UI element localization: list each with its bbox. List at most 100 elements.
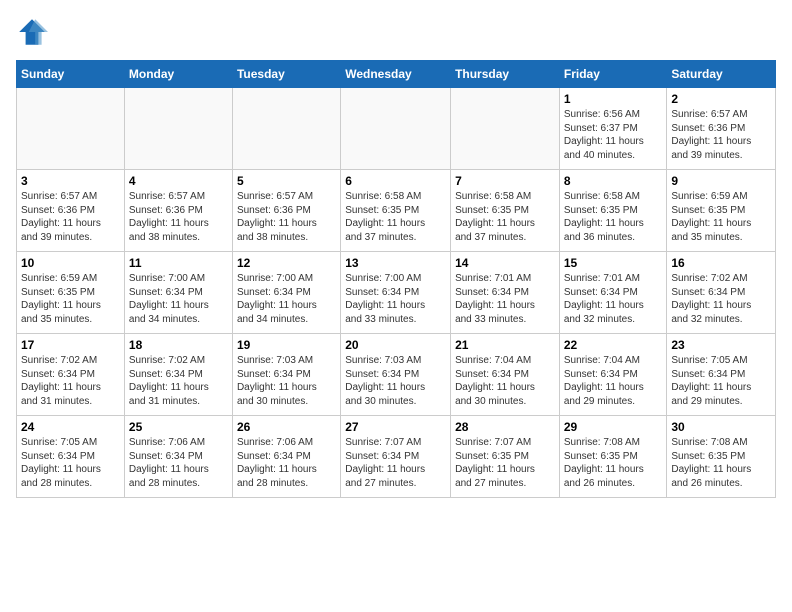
- day-number: 4: [129, 174, 228, 188]
- calendar-week-row: 1 Sunrise: 6:56 AM Sunset: 6:37 PM Daylig…: [17, 88, 776, 170]
- calendar-header-row: SundayMondayTuesdayWednesdayThursdayFrid…: [17, 61, 776, 88]
- day-detail: Sunrise: 6:57 AM Sunset: 6:36 PM Dayligh…: [129, 190, 228, 244]
- day-detail: Sunrise: 6:57 AM Sunset: 6:36 PM Dayligh…: [237, 190, 336, 244]
- col-header-wednesday: Wednesday: [341, 61, 451, 88]
- day-detail: Sunrise: 7:06 AM Sunset: 6:34 PM Dayligh…: [237, 436, 336, 490]
- day-detail: Sunrise: 7:03 AM Sunset: 6:34 PM Dayligh…: [237, 354, 336, 408]
- col-header-tuesday: Tuesday: [232, 61, 340, 88]
- calendar-cell: 15 Sunrise: 7:01 AM Sunset: 6:34 PM Dayli…: [559, 252, 667, 334]
- calendar-cell: [17, 88, 125, 170]
- day-detail: Sunrise: 6:56 AM Sunset: 6:37 PM Dayligh…: [564, 108, 663, 162]
- day-number: 29: [564, 420, 663, 434]
- col-header-monday: Monday: [124, 61, 232, 88]
- calendar-week-row: 10 Sunrise: 6:59 AM Sunset: 6:35 PM Dayli…: [17, 252, 776, 334]
- day-detail: Sunrise: 7:01 AM Sunset: 6:34 PM Dayligh…: [455, 272, 555, 326]
- day-detail: Sunrise: 6:57 AM Sunset: 6:36 PM Dayligh…: [21, 190, 120, 244]
- calendar-cell: 26 Sunrise: 7:06 AM Sunset: 6:34 PM Dayli…: [232, 416, 340, 498]
- col-header-sunday: Sunday: [17, 61, 125, 88]
- calendar-cell: 13Sunrise: 7:00 AM Sunset: 6:34 PM Dayli…: [341, 252, 451, 334]
- day-detail: Sunrise: 7:02 AM Sunset: 6:34 PM Dayligh…: [671, 272, 771, 326]
- calendar-cell: 2Sunrise: 6:57 AM Sunset: 6:36 PM Daylig…: [667, 88, 776, 170]
- calendar-cell: 7 Sunrise: 6:58 AM Sunset: 6:35 PM Daylig…: [451, 170, 560, 252]
- day-number: 7: [455, 174, 555, 188]
- day-number: 1: [564, 92, 663, 106]
- day-number: 27: [345, 420, 446, 434]
- calendar-cell: 11Sunrise: 7:00 AM Sunset: 6:34 PM Dayli…: [124, 252, 232, 334]
- day-number: 19: [237, 338, 336, 352]
- day-number: 22: [564, 338, 663, 352]
- day-detail: Sunrise: 7:04 AM Sunset: 6:34 PM Dayligh…: [455, 354, 555, 408]
- calendar-week-row: 3 Sunrise: 6:57 AM Sunset: 6:36 PM Daylig…: [17, 170, 776, 252]
- day-detail: Sunrise: 6:57 AM Sunset: 6:36 PM Dayligh…: [671, 108, 771, 162]
- day-number: 23: [671, 338, 771, 352]
- calendar-cell: 29 Sunrise: 7:08 AM Sunset: 6:35 PM Dayli…: [559, 416, 667, 498]
- col-header-saturday: Saturday: [667, 61, 776, 88]
- calendar-week-row: 17 Sunrise: 7:02 AM Sunset: 6:34 PM Dayli…: [17, 334, 776, 416]
- day-number: 14: [455, 256, 555, 270]
- day-number: 9: [671, 174, 771, 188]
- day-detail: Sunrise: 7:08 AM Sunset: 6:35 PM Dayligh…: [671, 436, 771, 490]
- calendar-cell: 12Sunrise: 7:00 AM Sunset: 6:34 PM Dayli…: [232, 252, 340, 334]
- day-detail: Sunrise: 7:07 AM Sunset: 6:35 PM Dayligh…: [455, 436, 555, 490]
- calendar-cell: 16 Sunrise: 7:02 AM Sunset: 6:34 PM Dayli…: [667, 252, 776, 334]
- col-header-friday: Friday: [559, 61, 667, 88]
- calendar-cell: 28 Sunrise: 7:07 AM Sunset: 6:35 PM Dayli…: [451, 416, 560, 498]
- calendar-cell: 14 Sunrise: 7:01 AM Sunset: 6:34 PM Dayli…: [451, 252, 560, 334]
- calendar-cell: 6 Sunrise: 6:58 AM Sunset: 6:35 PM Daylig…: [341, 170, 451, 252]
- calendar-cell: 18 Sunrise: 7:02 AM Sunset: 6:34 PM Dayli…: [124, 334, 232, 416]
- day-detail: Sunrise: 6:58 AM Sunset: 6:35 PM Dayligh…: [345, 190, 446, 244]
- day-number: 18: [129, 338, 228, 352]
- calendar-cell: 22 Sunrise: 7:04 AM Sunset: 6:34 PM Dayli…: [559, 334, 667, 416]
- calendar-cell: 20 Sunrise: 7:03 AM Sunset: 6:34 PM Dayli…: [341, 334, 451, 416]
- day-number: 17: [21, 338, 120, 352]
- day-detail: Sunrise: 7:05 AM Sunset: 6:34 PM Dayligh…: [671, 354, 771, 408]
- calendar-cell: [232, 88, 340, 170]
- day-number: 8: [564, 174, 663, 188]
- day-detail: Sunrise: 7:01 AM Sunset: 6:34 PM Dayligh…: [564, 272, 663, 326]
- calendar-cell: [124, 88, 232, 170]
- day-number: 15: [564, 256, 663, 270]
- calendar-cell: [341, 88, 451, 170]
- calendar-cell: 4 Sunrise: 6:57 AM Sunset: 6:36 PM Daylig…: [124, 170, 232, 252]
- day-number: 10: [21, 256, 120, 270]
- calendar-cell: 17 Sunrise: 7:02 AM Sunset: 6:34 PM Dayli…: [17, 334, 125, 416]
- day-detail: Sunrise: 7:05 AM Sunset: 6:34 PM Dayligh…: [21, 436, 120, 490]
- day-detail: Sunrise: 6:58 AM Sunset: 6:35 PM Dayligh…: [564, 190, 663, 244]
- day-detail: Sunrise: 7:06 AM Sunset: 6:34 PM Dayligh…: [129, 436, 228, 490]
- day-detail: Sunrise: 6:59 AM Sunset: 6:35 PM Dayligh…: [21, 272, 120, 326]
- logo-icon: [16, 16, 48, 48]
- day-number: 26: [237, 420, 336, 434]
- page-header: [16, 16, 776, 48]
- day-number: 30: [671, 420, 771, 434]
- day-detail: Sunrise: 7:08 AM Sunset: 6:35 PM Dayligh…: [564, 436, 663, 490]
- calendar-cell: 19 Sunrise: 7:03 AM Sunset: 6:34 PM Dayli…: [232, 334, 340, 416]
- day-detail: Sunrise: 7:03 AM Sunset: 6:34 PM Dayligh…: [345, 354, 446, 408]
- day-number: 20: [345, 338, 446, 352]
- calendar-week-row: 24 Sunrise: 7:05 AM Sunset: 6:34 PM Dayli…: [17, 416, 776, 498]
- day-detail: Sunrise: 7:00 AM Sunset: 6:34 PM Dayligh…: [237, 272, 336, 326]
- day-number: 16: [671, 256, 771, 270]
- calendar-table: SundayMondayTuesdayWednesdayThursdayFrid…: [16, 60, 776, 498]
- calendar-cell: 23 Sunrise: 7:05 AM Sunset: 6:34 PM Dayli…: [667, 334, 776, 416]
- day-detail: Sunrise: 7:04 AM Sunset: 6:34 PM Dayligh…: [564, 354, 663, 408]
- calendar-cell: 27 Sunrise: 7:07 AM Sunset: 6:34 PM Dayli…: [341, 416, 451, 498]
- day-detail: Sunrise: 6:58 AM Sunset: 6:35 PM Dayligh…: [455, 190, 555, 244]
- day-number: 28: [455, 420, 555, 434]
- calendar-cell: [451, 88, 560, 170]
- day-detail: Sunrise: 7:02 AM Sunset: 6:34 PM Dayligh…: [129, 354, 228, 408]
- calendar-cell: 25Sunrise: 7:06 AM Sunset: 6:34 PM Dayli…: [124, 416, 232, 498]
- day-detail: Sunrise: 7:07 AM Sunset: 6:34 PM Dayligh…: [345, 436, 446, 490]
- calendar-cell: 5Sunrise: 6:57 AM Sunset: 6:36 PM Daylig…: [232, 170, 340, 252]
- day-detail: Sunrise: 7:00 AM Sunset: 6:34 PM Dayligh…: [345, 272, 446, 326]
- day-detail: Sunrise: 7:02 AM Sunset: 6:34 PM Dayligh…: [21, 354, 120, 408]
- calendar-cell: 24 Sunrise: 7:05 AM Sunset: 6:34 PM Dayli…: [17, 416, 125, 498]
- day-number: 24: [21, 420, 120, 434]
- day-detail: Sunrise: 6:59 AM Sunset: 6:35 PM Dayligh…: [671, 190, 771, 244]
- logo: [16, 16, 52, 48]
- day-number: 6: [345, 174, 446, 188]
- day-number: 3: [21, 174, 120, 188]
- day-number: 21: [455, 338, 555, 352]
- calendar-cell: 3 Sunrise: 6:57 AM Sunset: 6:36 PM Daylig…: [17, 170, 125, 252]
- day-detail: Sunrise: 7:00 AM Sunset: 6:34 PM Dayligh…: [129, 272, 228, 326]
- col-header-thursday: Thursday: [451, 61, 560, 88]
